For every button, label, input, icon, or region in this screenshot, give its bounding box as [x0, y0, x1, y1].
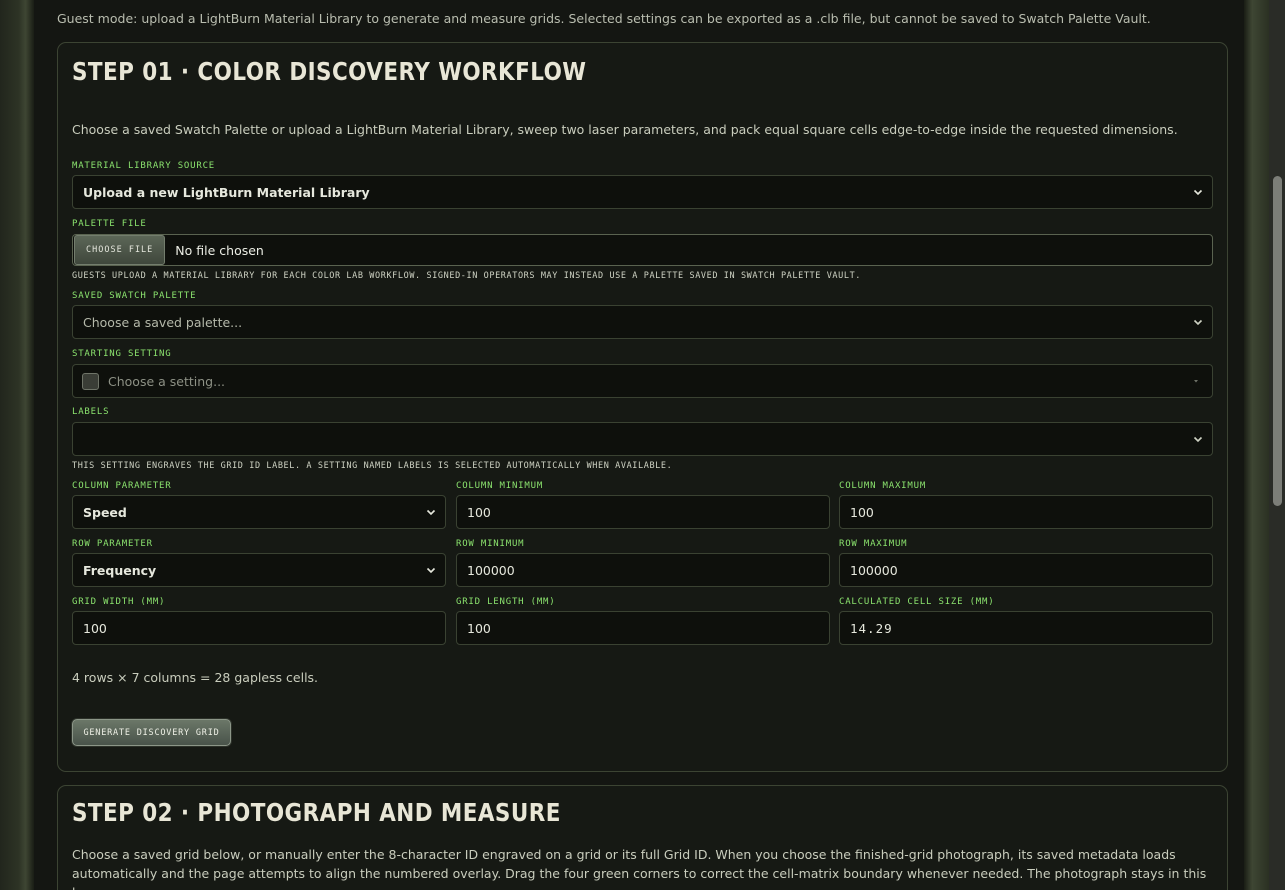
choose-file-button[interactable]: CHOOSE FILE	[74, 235, 166, 265]
column-parameter-value: Speed	[83, 504, 127, 520]
saved-swatch-palette-select[interactable]: Choose a saved palette...	[72, 305, 1213, 339]
row-parameter-value: Frequency	[83, 562, 157, 578]
step-01-card: STEP 01 · COLOR DISCOVERY WORKFLOW Choos…	[57, 42, 1228, 772]
starting-setting-select[interactable]: Choose a setting...	[72, 364, 1213, 398]
saved-swatch-palette-placeholder: Choose a saved palette...	[83, 314, 243, 330]
row-maximum-label: ROW MAXIMUM	[839, 539, 908, 549]
column-minimum-input[interactable]: 100	[456, 495, 830, 529]
grid-width-input[interactable]: 100	[72, 611, 446, 645]
material-library-source-value: Upload a new LightBurn Material Library	[83, 184, 370, 200]
column-maximum-value: 100	[850, 504, 874, 520]
starting-setting-placeholder: Choose a setting...	[108, 373, 226, 389]
palette-file-input[interactable]: CHOOSE FILE No file chosen	[72, 234, 1213, 266]
left-decorative-frame	[0, 0, 34, 890]
generate-discovery-grid-button[interactable]: GENERATE DISCOVERY GRID	[72, 719, 231, 746]
calculated-cell-size-output: 14.29	[839, 611, 1213, 645]
grid-width-value: 100	[83, 620, 107, 636]
column-maximum-input[interactable]: 100	[839, 495, 1213, 529]
row-parameter-select[interactable]: Frequency	[72, 553, 446, 587]
chevron-down-icon	[1193, 436, 1203, 443]
caret-down-icon	[1194, 380, 1198, 383]
row-minimum-value: 100000	[467, 562, 515, 578]
chevron-down-icon	[1193, 189, 1203, 196]
chevron-down-icon	[426, 567, 436, 574]
grid-summary: 4 rows × 7 columns = 28 gapless cells.	[72, 670, 319, 685]
row-minimum-label: ROW MINIMUM	[456, 539, 525, 549]
column-parameter-label: COLUMN PARAMETER	[72, 481, 172, 491]
grid-length-value: 100	[467, 620, 491, 636]
palette-file-label: PALETTE FILE	[72, 219, 147, 229]
scrollbar-thumb[interactable]	[1273, 176, 1282, 506]
column-maximum-label: COLUMN MAXIMUM	[839, 481, 927, 491]
row-minimum-input[interactable]: 100000	[456, 553, 830, 587]
file-status-text: No file chosen	[175, 242, 264, 258]
calculated-cell-size-value: 14.29	[850, 620, 893, 636]
guest-upload-hint: GUESTS UPLOAD A MATERIAL LIBRARY FOR EAC…	[72, 271, 862, 281]
column-minimum-value: 100	[467, 504, 491, 520]
step-01-title: STEP 01 · COLOR DISCOVERY WORKFLOW	[72, 57, 587, 86]
material-library-source-label: MATERIAL LIBRARY SOURCE	[72, 161, 216, 171]
labels-select[interactable]	[72, 422, 1213, 456]
step-02-intro: Choose a saved grid below, or manually e…	[72, 847, 1207, 890]
chevron-down-icon	[1193, 319, 1203, 326]
column-minimum-label: COLUMN MINIMUM	[456, 481, 544, 491]
saved-swatch-palette-label: SAVED SWATCH PALETTE	[72, 291, 197, 301]
step-01-intro: Choose a saved Swatch Palette or upload …	[72, 122, 1178, 137]
guest-mode-notice: Guest mode: upload a LightBurn Material …	[57, 11, 1151, 26]
chevron-down-icon	[426, 509, 436, 516]
page-content: Guest mode: upload a LightBurn Material …	[34, 0, 1244, 890]
grid-width-label: GRID WIDTH (MM)	[72, 597, 166, 607]
grid-length-label: GRID LENGTH (MM)	[456, 597, 556, 607]
starting-setting-swatch	[82, 372, 99, 390]
step-02-title: STEP 02 · PHOTOGRAPH AND MEASURE	[72, 798, 561, 827]
material-library-source-select[interactable]: Upload a new LightBurn Material Library	[72, 175, 1213, 209]
labels-hint: THIS SETTING ENGRAVES THE GRID ID LABEL.…	[72, 461, 673, 471]
row-parameter-label: ROW PARAMETER	[72, 539, 153, 549]
calculated-cell-size-label: CALCULATED CELL SIZE (MM)	[839, 597, 995, 607]
column-parameter-select[interactable]: Speed	[72, 495, 446, 529]
grid-length-input[interactable]: 100	[456, 611, 830, 645]
starting-setting-label: STARTING SETTING	[72, 349, 172, 359]
labels-label: LABELS	[72, 407, 110, 417]
row-maximum-input[interactable]: 100000	[839, 553, 1213, 587]
step-02-card: STEP 02 · PHOTOGRAPH AND MEASURE Choose …	[57, 785, 1228, 890]
row-maximum-value: 100000	[850, 562, 898, 578]
